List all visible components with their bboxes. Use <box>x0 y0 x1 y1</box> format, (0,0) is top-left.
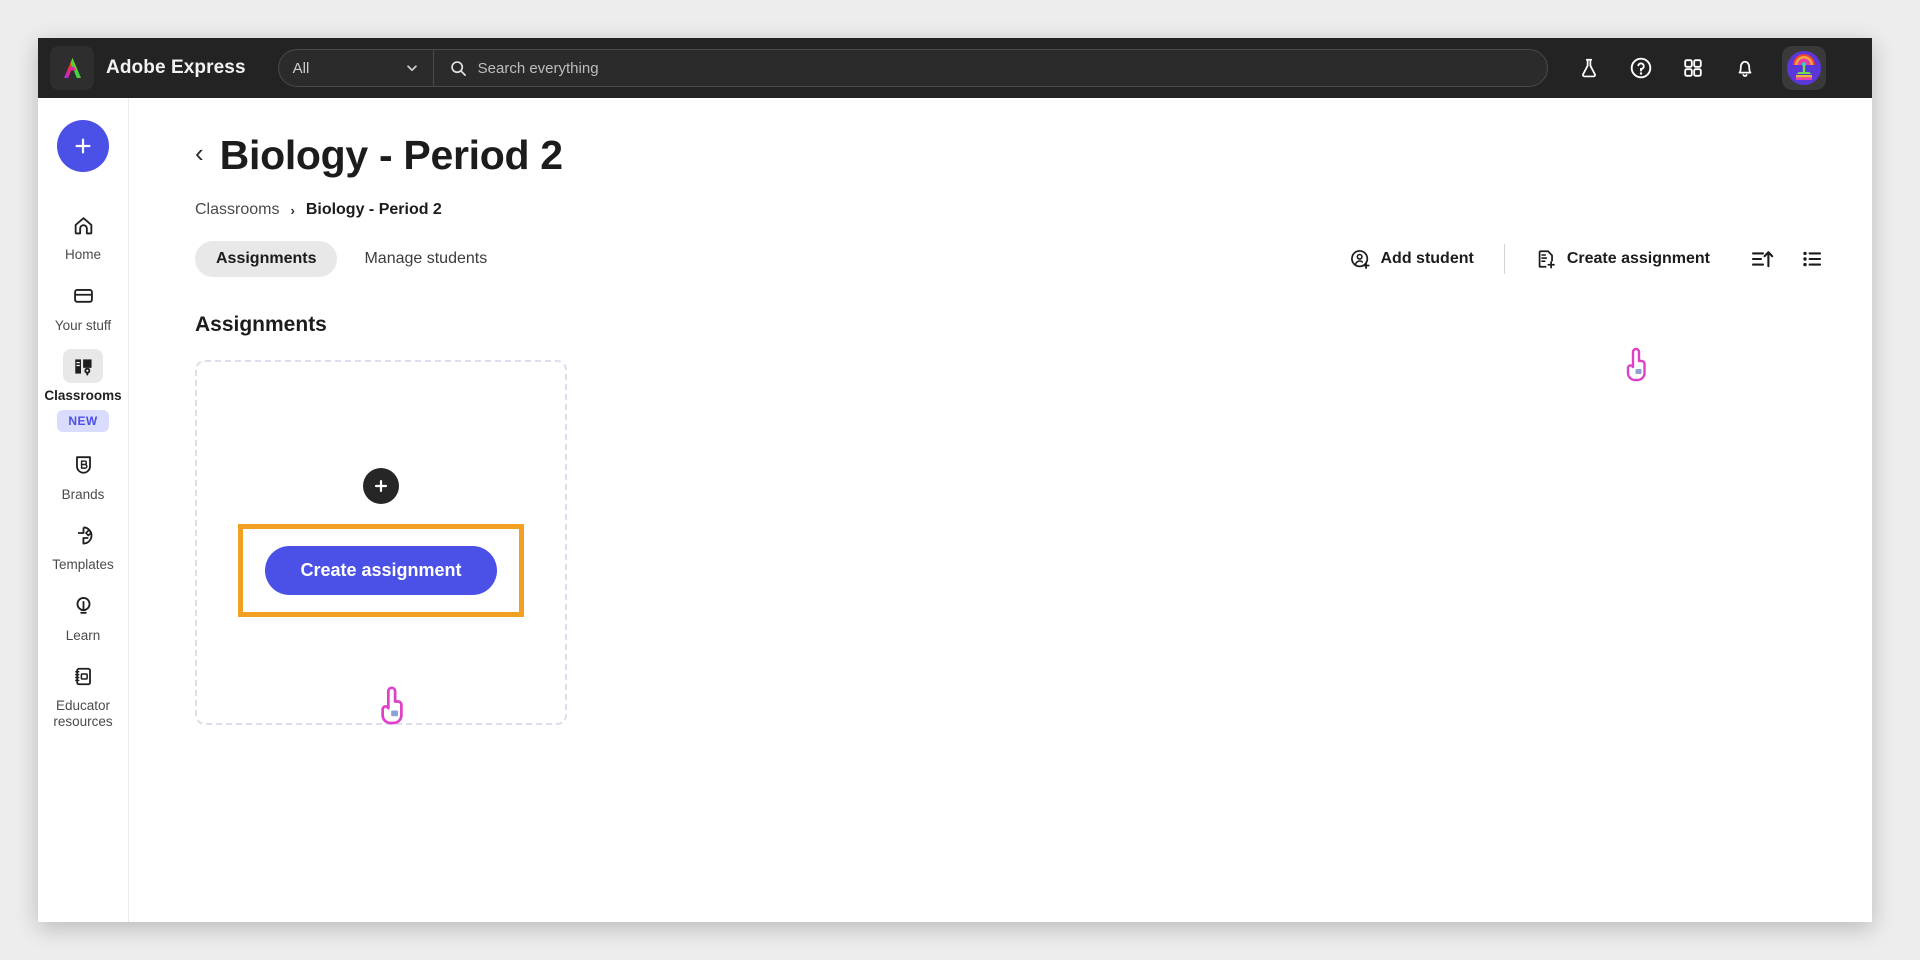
help-icon[interactable] <box>1626 53 1656 83</box>
plus-icon <box>75 138 91 154</box>
top-nav-actions <box>1574 46 1826 90</box>
lightbulb-icon <box>76 597 90 614</box>
search-scope-select[interactable]: All <box>279 50 434 86</box>
sidebar-item-label: Classrooms <box>44 388 122 404</box>
breadcrumb-separator-icon: › <box>290 202 295 218</box>
toolbar-actions: Add student Create assignment <box>1327 242 1833 276</box>
sidebar-item-label: Educator resources <box>53 698 113 729</box>
global-search-bar: All Search everything <box>277 49 1548 87</box>
assignments-empty-dropzone[interactable]: Create assignment <box>195 360 567 725</box>
sidebar-new-badge: NEW <box>57 409 109 432</box>
adobe-express-logo-icon <box>63 58 81 78</box>
search-scope-value: All <box>292 59 310 77</box>
top-navigation-bar: Adobe Express All Search everything <box>38 38 1872 98</box>
add-student-button[interactable]: Add student <box>1327 242 1496 276</box>
help-icon-glyph <box>1630 57 1651 79</box>
folder-icon <box>73 289 93 303</box>
classrooms-icon-box <box>63 349 103 384</box>
search-input-placeholder: Search everything <box>477 59 599 77</box>
notifications-bell-icon[interactable] <box>1730 53 1760 83</box>
app-body: Home Your stuff Classrooms NEW Brands Te… <box>38 98 1872 922</box>
templates-icon <box>77 526 92 545</box>
tab-assignments[interactable]: Assignments <box>195 241 338 277</box>
sidebar-item-label: Brands <box>61 486 105 502</box>
sidebar-item-label: Learn <box>65 627 101 643</box>
create-assignment-toolbar-label: Create assignment <box>1566 250 1710 267</box>
page-title: Biology - Period 2 <box>219 132 563 178</box>
sidebar-item-label: Templates <box>52 557 114 573</box>
create-assignment-button[interactable]: Create assignment <box>265 546 497 595</box>
learn-icon-box <box>63 589 103 623</box>
chevron-down-icon <box>406 65 417 72</box>
plus-icon <box>374 479 388 493</box>
sidebar-item-your-stuff[interactable]: Your stuff <box>44 267 122 338</box>
notifications-bell-icon-glyph <box>1738 60 1752 77</box>
home-icon-box <box>63 208 103 242</box>
beta-flask-icon[interactable] <box>1574 53 1604 83</box>
tabs-and-actions-row: Assignments Manage students Add student <box>195 241 1832 277</box>
user-avatar[interactable] <box>1781 46 1826 90</box>
tab-manage-students[interactable]: Manage students <box>343 241 508 277</box>
brands-icon-box <box>63 448 103 482</box>
sort-ascending-icon <box>1751 251 1774 268</box>
create-assignment-highlight: Create assignment <box>238 524 524 617</box>
app-window: Adobe Express All Search everything Home… <box>38 38 1872 922</box>
classrooms-icon <box>74 358 92 376</box>
brands-shield-icon <box>75 456 91 474</box>
add-assignment-chip-button[interactable] <box>363 468 399 504</box>
create-assignment-toolbar-button[interactable]: Create assignment <box>1513 242 1732 276</box>
view-toggle-button[interactable] <box>1792 242 1832 276</box>
list-view-icon <box>1803 251 1822 267</box>
sidebar-item-home[interactable]: Home <box>44 196 122 267</box>
sort-button[interactable] <box>1742 242 1782 276</box>
brand-name: Adobe Express <box>106 57 246 78</box>
sidebar-item-brands[interactable]: Brands <box>44 436 122 507</box>
document-plus-icon <box>1538 250 1555 269</box>
folder-icon-box <box>63 279 103 313</box>
breadcrumb: Classrooms › Biology - Period 2 <box>195 201 1832 219</box>
sidebar-item-educator-resources[interactable]: Educator resources <box>44 647 122 733</box>
beta-flask-icon-glyph <box>1581 58 1596 78</box>
sidebar-item-label: Home <box>64 247 101 262</box>
search-icon <box>450 60 466 76</box>
sidebar-item-learn[interactable]: Learn <box>44 577 122 648</box>
main-content: ‹ Biology - Period 2 Classrooms › Biolog… <box>129 98 1872 922</box>
toolbar-divider <box>1503 244 1505 274</box>
page-header: ‹ Biology - Period 2 <box>195 132 1832 179</box>
avatar-image <box>1786 51 1821 85</box>
apps-grid-icon-glyph <box>1683 59 1702 77</box>
tab-list: Assignments Manage students <box>195 241 508 277</box>
notebook-icon <box>74 667 91 685</box>
home-icon <box>74 216 92 234</box>
add-student-label: Add student <box>1380 250 1474 267</box>
apps-grid-icon[interactable] <box>1678 53 1708 83</box>
section-heading: Assignments <box>195 313 327 336</box>
sidebar-item-label: Your stuff <box>54 317 112 333</box>
templates-icon-box <box>63 518 103 552</box>
left-sidebar: Home Your stuff Classrooms NEW Brands Te… <box>38 98 129 922</box>
adobe-express-logo[interactable] <box>50 46 94 90</box>
search-input[interactable]: Search everything <box>434 50 1547 86</box>
breadcrumb-current: Biology - Period 2 <box>305 201 442 218</box>
back-chevron-icon[interactable]: ‹ <box>195 140 204 171</box>
create-new-button[interactable] <box>57 120 109 172</box>
add-person-icon <box>1350 250 1370 270</box>
sidebar-item-templates[interactable]: Templates <box>44 506 122 577</box>
sidebar-item-classrooms[interactable]: Classrooms NEW <box>44 337 122 436</box>
educator-resources-icon-box <box>63 659 103 693</box>
breadcrumb-root[interactable]: Classrooms <box>195 201 279 219</box>
